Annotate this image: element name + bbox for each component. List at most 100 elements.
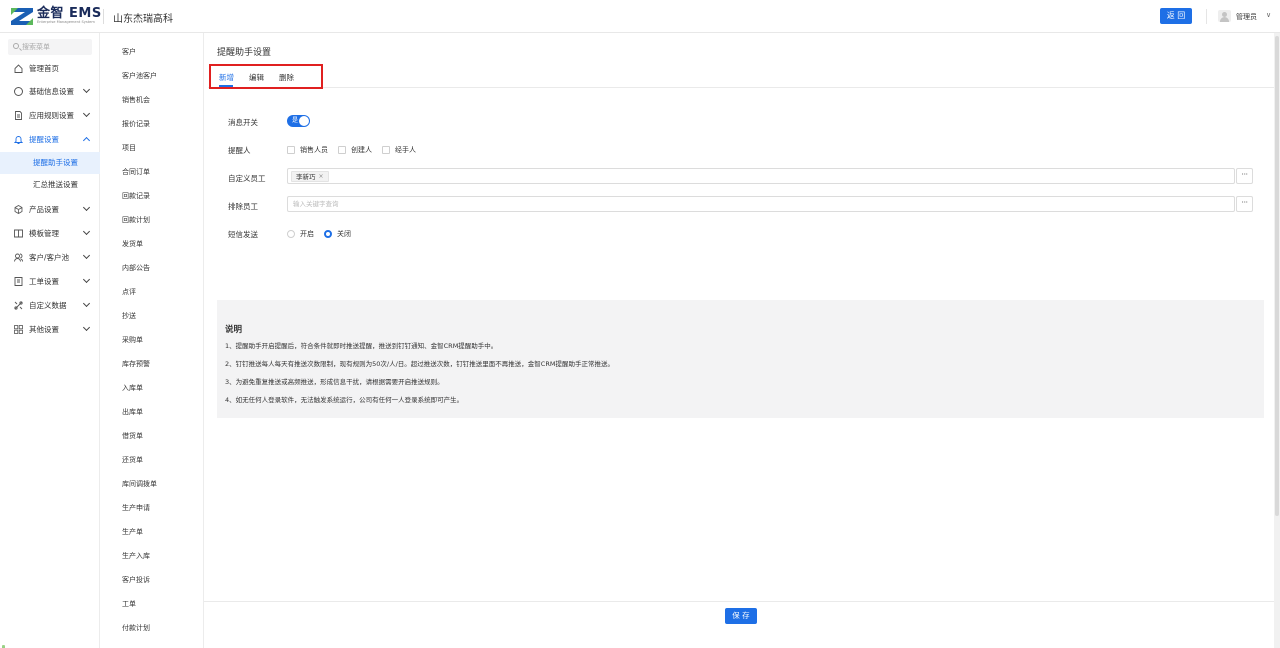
logo[interactable]: 金智 EMS Enterprise Management System <box>11 6 102 26</box>
exclude-employee-field <box>287 196 1235 212</box>
radio-label: 关闭 <box>337 230 351 238</box>
module-item[interactable]: 销售机会 <box>122 95 150 105</box>
avatar[interactable] <box>1218 10 1231 22</box>
company-name: 山东杰瑞高科 <box>113 14 173 25</box>
save-button[interactable]: 保 存 <box>725 608 757 624</box>
module-item[interactable]: 生产入库 <box>122 551 150 561</box>
sidebar-item-custom-data[interactable]: 自定义数据 <box>0 294 100 316</box>
module-item[interactable]: 发货单 <box>122 239 143 249</box>
radio-label: 开启 <box>300 230 314 238</box>
sidebar-item-reminder[interactable]: 提醒设置 <box>0 128 100 150</box>
custom-employee-field[interactable]: 李新巧 × <box>287 168 1235 184</box>
sidebar-subitem-summary-push[interactable]: 汇总推送设置 <box>0 174 100 196</box>
module-item[interactable]: 项目 <box>122 143 136 153</box>
search-input[interactable] <box>22 39 90 55</box>
notes-title: 说明 <box>225 325 243 335</box>
module-item[interactable]: 回款记录 <box>122 191 150 201</box>
top-header: 金智 EMS Enterprise Management System 山东杰瑞… <box>0 0 1280 33</box>
grid-icon <box>14 324 23 334</box>
sidebar-item-templates[interactable]: 模板管理 <box>0 222 100 244</box>
logo-subtitle: Enterprise Management System <box>37 20 95 24</box>
sidebar-item-home[interactable]: 管理首页 <box>0 57 100 79</box>
sidebar-item-customers[interactable]: 客户/客户池 <box>0 246 100 268</box>
sidebar-item-label: 客户/客户池 <box>29 252 70 262</box>
module-item[interactable]: 合同订单 <box>122 167 150 177</box>
custom-data-icon <box>14 300 23 310</box>
radio-sms-off[interactable] <box>324 230 332 238</box>
exclude-employee-label: 排除员工 <box>228 202 258 211</box>
module-item[interactable]: 入库单 <box>122 383 143 393</box>
close-icon[interactable]: × <box>319 172 324 182</box>
module-item[interactable]: 内部公告 <box>122 263 150 273</box>
module-item[interactable]: 点评 <box>122 287 136 297</box>
document-icon <box>15 110 22 120</box>
note-line: 3、为避免重复推送或高频推送，形成信息干扰，请根据需要开启推送规则。 <box>225 378 444 386</box>
header-separator <box>1206 9 1207 24</box>
sidebar-item-label: 应用规则设置 <box>29 110 74 120</box>
module-item[interactable]: 回款计划 <box>122 215 150 225</box>
notes-panel: 说明 1、提醒助手开启提醒后，符合条件就即时推送提醒，推送到钉钉通知、金智CRM… <box>217 300 1264 418</box>
sidebar-item-basic-info[interactable]: 基础信息设置 <box>0 80 100 102</box>
module-item[interactable]: 付款计划 <box>122 623 150 633</box>
module-item[interactable]: 采购单 <box>122 335 143 345</box>
logo-title: 金智 EMS <box>37 6 102 21</box>
module-item[interactable]: 客户投诉 <box>122 575 150 585</box>
sidebar-subitem-reminder-assistant[interactable]: 提醒助手设置 <box>0 152 100 174</box>
checkbox-handler[interactable] <box>382 146 390 154</box>
module-item[interactable]: 客户 <box>122 47 136 57</box>
toggle-knob <box>299 116 309 126</box>
sidebar-item-label: 管理首页 <box>29 63 59 73</box>
tabs-divider <box>208 87 1274 88</box>
custom-employee-more-button[interactable]: ··· <box>1236 168 1253 184</box>
sidebar-item-other[interactable]: 其他设置 <box>0 318 100 340</box>
module-item[interactable]: 库存预警 <box>122 359 150 369</box>
module-item[interactable]: 生产申请 <box>122 503 150 513</box>
exclude-employee-more-button[interactable]: ··· <box>1236 196 1253 212</box>
sidebar-item-label: 基础信息设置 <box>29 86 74 96</box>
ticket-icon <box>14 276 23 286</box>
cube-icon <box>14 204 23 214</box>
checkbox-sales[interactable] <box>287 146 295 154</box>
module-item[interactable]: 抄送 <box>122 311 136 321</box>
radio-sms-on[interactable] <box>287 230 295 238</box>
sidebar-item-rules[interactable]: 应用规则设置 <box>0 104 100 126</box>
page-title: 提醒助手设置 <box>217 48 272 58</box>
sidebar-item-label: 工单设置 <box>29 276 59 286</box>
module-item[interactable]: 工单 <box>122 599 136 609</box>
note-line: 1、提醒助手开启提醒后，符合条件就即时推送提醒，推送到钉钉通知、金智CRM提醒助… <box>225 342 498 350</box>
checkbox-label: 销售人员 <box>300 146 328 154</box>
user-menu-caret-icon[interactable]: ∨ <box>1266 11 1271 19</box>
users-icon <box>14 253 23 262</box>
module-item[interactable]: 客户池客户 <box>122 71 157 81</box>
tabs-highlight-box <box>209 64 323 89</box>
sidebar-item-label: 自定义数据 <box>29 300 67 310</box>
remind-options: 销售人员 创建人 经手人 <box>287 145 426 155</box>
checkbox-creator[interactable] <box>338 146 346 154</box>
back-button[interactable]: 返 回 <box>1160 8 1192 24</box>
employee-tag: 李新巧 × <box>291 171 329 182</box>
note-line: 2、钉钉推送每人每天有推送次数限制，现有规则为50次/人/日。超过推送次数，钉钉… <box>225 360 614 368</box>
sidebar-item-label: 其他设置 <box>29 324 59 334</box>
toggle-text: 是 <box>292 117 299 124</box>
sidebar-item-products[interactable]: 产品设置 <box>0 198 100 220</box>
search-icon <box>13 43 19 49</box>
exclude-employee-input[interactable] <box>288 197 1234 211</box>
sidebar-item-tickets[interactable]: 工单设置 <box>0 270 100 292</box>
note-line: 4、如无任何人登录软件，无法触发系统运行，公司有任何一人登录系统即可产生。 <box>225 396 464 404</box>
sidebar: 管理首页 基础信息设置 应用规则设置 提醒设置 提醒助手设置 汇总推送设置 产品… <box>0 33 100 648</box>
module-item[interactable]: 出库单 <box>122 407 143 417</box>
template-icon <box>14 229 23 237</box>
employee-tag-label: 李新巧 <box>296 172 316 181</box>
user-name[interactable]: 管理员 <box>1236 12 1257 22</box>
module-item[interactable]: 借货单 <box>122 431 143 441</box>
module-item[interactable]: 还货单 <box>122 455 143 465</box>
module-item[interactable]: 报价记录 <box>122 119 150 129</box>
sidebar-search[interactable] <box>8 39 92 55</box>
remind-label: 提醒人 <box>228 146 251 155</box>
bell-icon <box>14 135 23 144</box>
module-item[interactable]: 库间调拨单 <box>122 479 157 489</box>
scrollbar-thumb[interactable] <box>1275 36 1279 516</box>
module-item[interactable]: 生产单 <box>122 527 143 537</box>
message-switch-toggle[interactable]: 是 <box>287 115 310 127</box>
sidebar-item-label: 模板管理 <box>29 228 59 238</box>
